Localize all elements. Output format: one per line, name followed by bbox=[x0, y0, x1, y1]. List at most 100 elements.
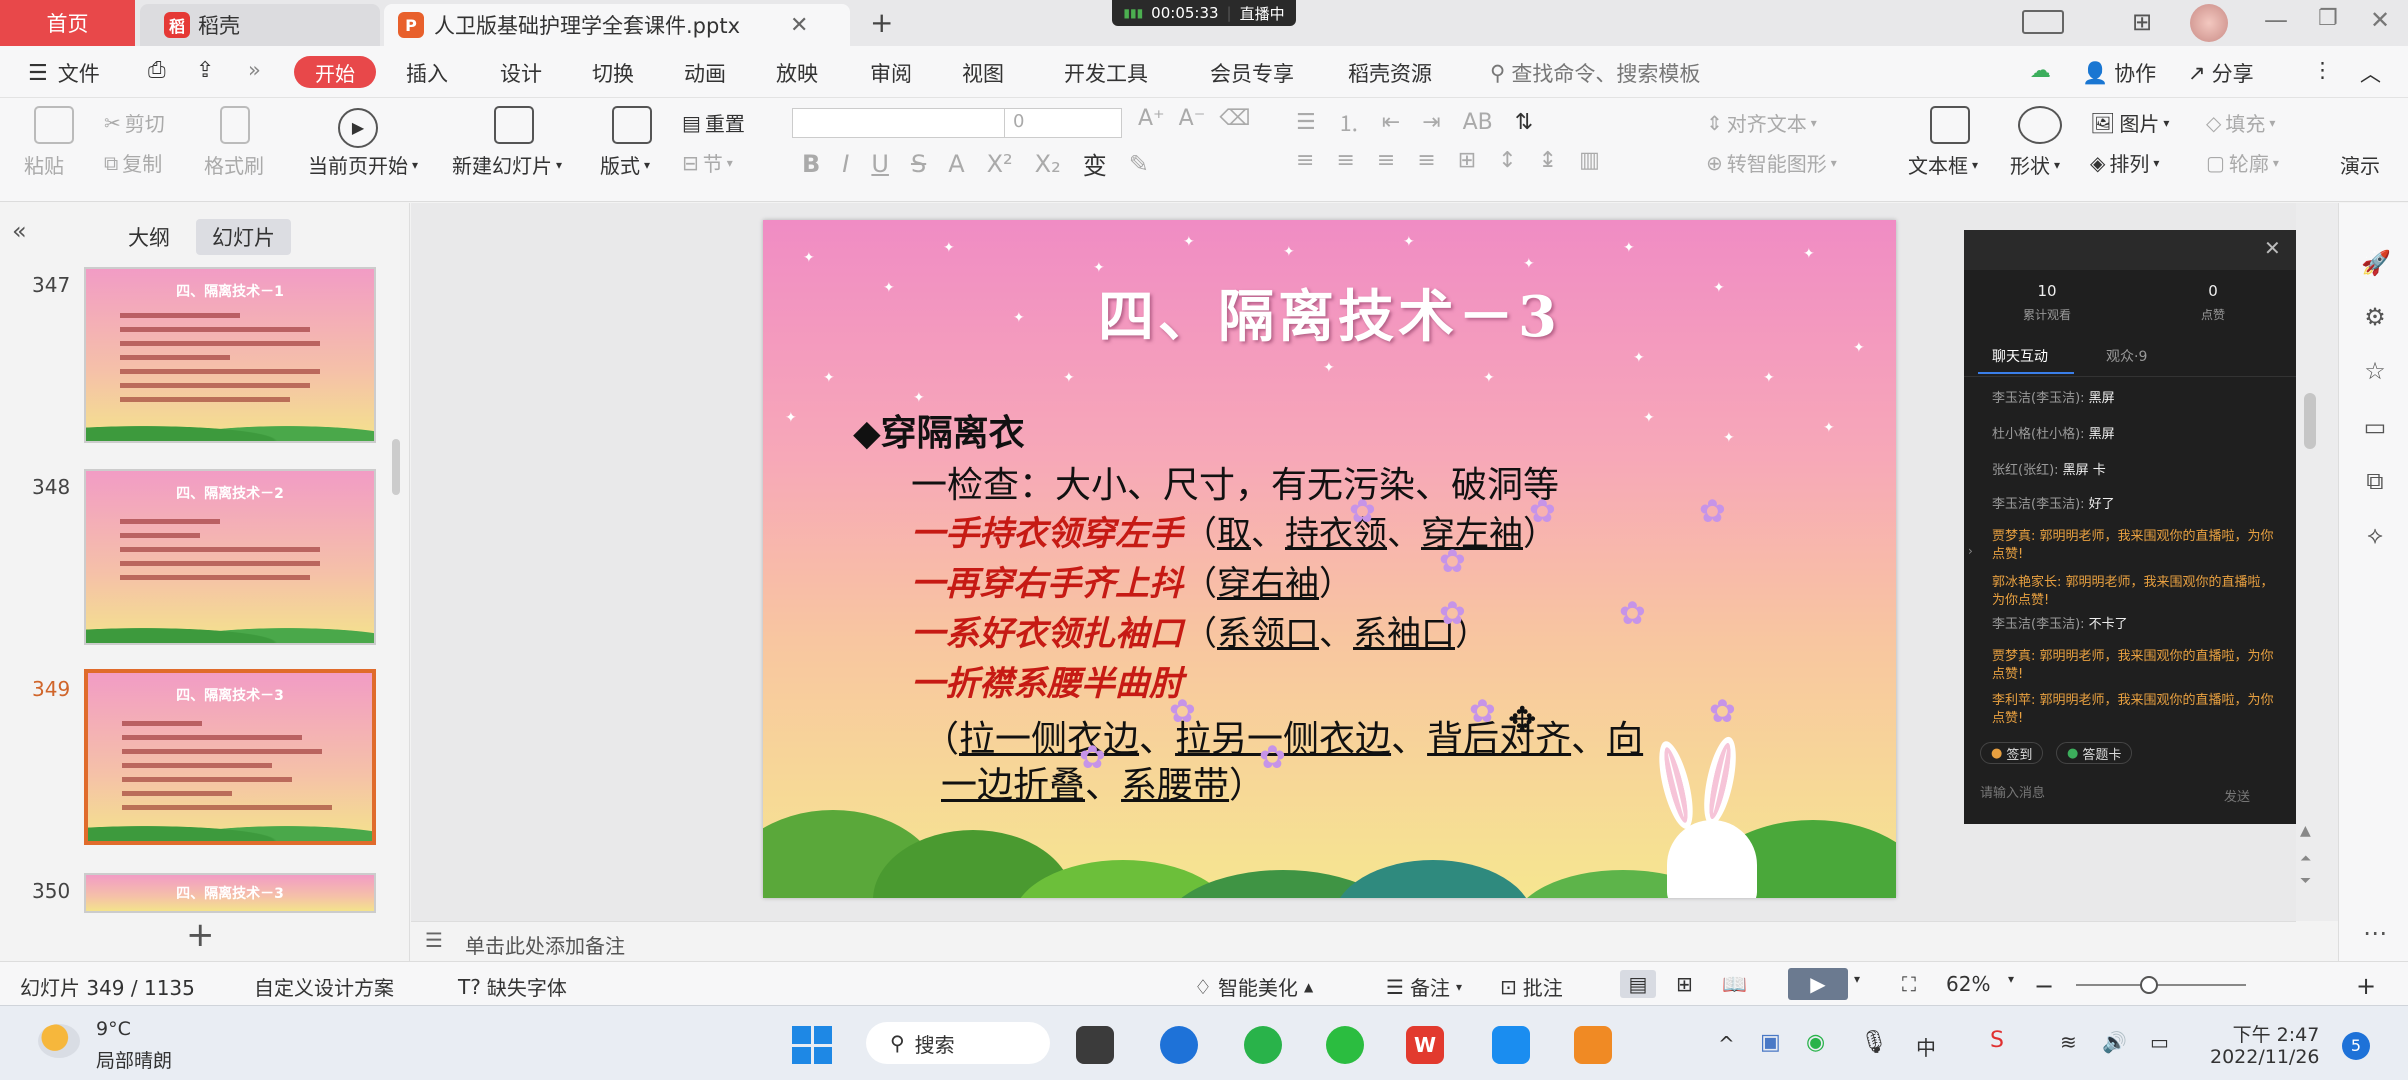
cooperate-button[interactable]: 👤 协作 bbox=[2082, 58, 2156, 88]
design-scheme[interactable]: 自定义设计方案 bbox=[254, 972, 394, 1001]
scroll-up-icon[interactable]: ▲ bbox=[2300, 823, 2311, 839]
menu-developer[interactable]: 开发工具 bbox=[1064, 58, 1148, 88]
underline-icon[interactable]: U bbox=[871, 150, 889, 178]
cut-button[interactable]: ✂ 剪切 bbox=[104, 108, 165, 137]
text-direction-icon[interactable]: AB bbox=[1463, 110, 1493, 135]
tab-audience[interactable]: 观众·9 bbox=[2106, 346, 2147, 366]
play-current-button[interactable]: 当前页开始 ▾ bbox=[308, 150, 418, 179]
numbered-list-icon[interactable]: ⒈ bbox=[1338, 106, 1360, 138]
outline-button[interactable]: ▢ 轮廓 ▾ bbox=[2206, 148, 2279, 177]
close-icon[interactable]: ✕ bbox=[2370, 6, 2390, 34]
panel-scrollbar[interactable] bbox=[392, 439, 400, 495]
collapse-panel-icon[interactable]: « bbox=[12, 217, 27, 245]
wechat-icon[interactable] bbox=[1326, 1026, 1364, 1064]
feishu-icon[interactable] bbox=[1160, 1026, 1198, 1064]
menu-start[interactable]: 开始 bbox=[294, 56, 376, 88]
menu-file[interactable]: ☰ 文件 bbox=[28, 58, 100, 88]
menu-insert[interactable]: 插入 bbox=[406, 58, 448, 88]
bold-icon[interactable]: B bbox=[802, 150, 820, 178]
restore-icon[interactable]: ❐ bbox=[2318, 6, 2338, 31]
minimize-icon[interactable]: — bbox=[2264, 6, 2288, 34]
tab-home[interactable]: 首页 bbox=[0, 0, 135, 46]
menu-animation[interactable]: 动画 bbox=[684, 58, 726, 88]
wps-icon[interactable]: W bbox=[1406, 1026, 1444, 1064]
share-button[interactable]: ↗ 分享 bbox=[2188, 58, 2254, 88]
zoom-slider-thumb[interactable] bbox=[2140, 976, 2158, 994]
answer-card-button[interactable]: ● 答题卡 bbox=[2056, 742, 2133, 764]
browser-icon[interactable] bbox=[1244, 1026, 1282, 1064]
play-options-icon[interactable]: ▾ bbox=[1854, 972, 1860, 986]
distribute-icon[interactable]: ⊞ bbox=[1458, 148, 1476, 173]
zoom-out-icon[interactable]: − bbox=[2034, 972, 2054, 1000]
menu-transition[interactable]: 切换 bbox=[592, 58, 634, 88]
more-tools-icon[interactable]: ⋯ bbox=[2361, 919, 2389, 947]
subscript-icon[interactable]: X₂ bbox=[1035, 150, 1061, 178]
battery-icon[interactable]: ▭ bbox=[2150, 1030, 2169, 1054]
paste-icon[interactable] bbox=[34, 106, 74, 144]
sogou-icon[interactable]: S bbox=[1990, 1028, 2004, 1053]
font-size-select[interactable]: 0 bbox=[1004, 108, 1122, 138]
smart-graphic-button[interactable]: ⊕ 转智能图形 ▾ bbox=[1706, 148, 1837, 177]
tab-slides[interactable]: 幻灯片 bbox=[196, 219, 291, 255]
shrink-font-icon[interactable]: A⁻ bbox=[1179, 106, 1206, 131]
adjust-icon[interactable]: ⚙ bbox=[2361, 303, 2389, 331]
sort-icon[interactable]: ⇅ bbox=[1515, 110, 1533, 135]
add-slide-button[interactable]: + bbox=[186, 915, 215, 955]
signin-button[interactable]: ● 签到 bbox=[1980, 742, 2044, 764]
zoom-level[interactable]: 62% bbox=[1946, 972, 1990, 996]
slide-thumbnail-350[interactable]: 四、隔离技术－3 bbox=[84, 873, 376, 913]
zoom-dropdown-icon[interactable]: ▾ bbox=[2008, 972, 2014, 986]
dingtalk-icon[interactable] bbox=[1492, 1026, 1530, 1064]
slides-icon[interactable]: ▭ bbox=[2361, 413, 2389, 441]
arrange-button[interactable]: ◈ 排列 ▾ bbox=[2090, 148, 2159, 177]
canvas-scrollbar[interactable] bbox=[2304, 393, 2316, 449]
italic-icon[interactable]: I bbox=[842, 150, 849, 178]
more-chevron-icon[interactable]: » bbox=[248, 58, 261, 82]
align-text-button[interactable]: ⇕ 对齐文本 ▾ bbox=[1706, 108, 1817, 137]
wifi-icon[interactable]: ≋ bbox=[2060, 1030, 2077, 1054]
live-app-icon[interactable] bbox=[1574, 1026, 1612, 1064]
font-name-select[interactable] bbox=[792, 108, 1006, 138]
more-options-icon[interactable]: ⋮ bbox=[2312, 58, 2333, 82]
tab-chat-interaction[interactable]: 聊天互动 bbox=[1992, 346, 2048, 366]
paragraph-spacing-icon[interactable]: ↨ bbox=[1539, 148, 1557, 173]
smart-beautify-button[interactable]: ♢ 智能美化 ▲ bbox=[1194, 972, 1313, 1001]
grid-view-icon[interactable]: ⊞ bbox=[1676, 972, 1693, 996]
image-edit-icon[interactable]: ⧉ bbox=[2361, 467, 2389, 495]
comment-button[interactable]: ⊡ 批注 bbox=[1500, 972, 1563, 1001]
grid-apps-icon[interactable]: ⊞ bbox=[2132, 8, 2152, 36]
missing-font-button[interactable]: T? 缺失字体 bbox=[458, 972, 567, 1001]
slide-thumbnail-348[interactable]: 四、隔离技术－2 bbox=[84, 469, 376, 645]
format-brush-button[interactable]: 格式刷 bbox=[204, 150, 264, 179]
zoom-slider[interactable] bbox=[2076, 984, 2246, 986]
menu-slideshow[interactable]: 放映 bbox=[776, 58, 818, 88]
new-slide-button[interactable]: 新建幻灯片 ▾ bbox=[452, 150, 562, 179]
clear-format-icon[interactable]: ⌫ bbox=[1219, 106, 1250, 131]
command-search[interactable]: ⚲ 查找命令、搜索模板 bbox=[1490, 58, 1700, 88]
increase-indent-icon[interactable]: ⇥ bbox=[1422, 110, 1440, 135]
notes-toggle[interactable]: ☰ 备注 ▾ bbox=[1386, 972, 1462, 1001]
collapse-ribbon-icon[interactable]: ︿ bbox=[2360, 58, 2381, 88]
taskbar-time[interactable]: 下午 2:47 bbox=[2226, 1020, 2326, 1047]
section-button[interactable]: ⊟ 节 ▾ bbox=[682, 148, 733, 177]
line-spacing-icon[interactable]: ↕ bbox=[1498, 148, 1516, 173]
pinyin-icon[interactable]: 变 bbox=[1083, 146, 1107, 181]
play-slideshow-button[interactable]: ▶ bbox=[1788, 968, 1848, 1000]
align-right-icon[interactable]: ≡ bbox=[1377, 148, 1395, 173]
menu-daoke-resources[interactable]: 稻壳资源 bbox=[1348, 58, 1432, 88]
chat-input[interactable]: 请输入消息 bbox=[1980, 782, 2045, 801]
tray-expand-icon[interactable]: ^ bbox=[1718, 1032, 1735, 1056]
superscript-icon[interactable]: X² bbox=[987, 150, 1013, 178]
grow-font-icon[interactable]: A⁺ bbox=[1138, 106, 1165, 131]
ime-indicator[interactable]: 中 bbox=[1916, 1032, 1936, 1061]
cloud-sync-icon[interactable]: ☁ bbox=[2030, 58, 2051, 82]
tab-daoke[interactable]: 稻 稻壳 bbox=[140, 4, 380, 46]
taskbar-search[interactable]: ⚲ 搜索 bbox=[866, 1022, 1050, 1064]
tray-sync-icon[interactable]: ◉ bbox=[1806, 1030, 1825, 1055]
tab-file[interactable]: P 人卫版基础护理学全套课件.pptx ✕ bbox=[384, 4, 850, 46]
chat-close-icon[interactable]: ✕ bbox=[2264, 236, 2281, 260]
menu-member[interactable]: 会员专享 bbox=[1210, 58, 1294, 88]
tray-app-icon[interactable]: ▣ bbox=[1760, 1030, 1781, 1055]
present-button[interactable]: 演示 bbox=[2340, 150, 2380, 179]
chat-expand-icon[interactable]: › bbox=[1968, 544, 1973, 558]
